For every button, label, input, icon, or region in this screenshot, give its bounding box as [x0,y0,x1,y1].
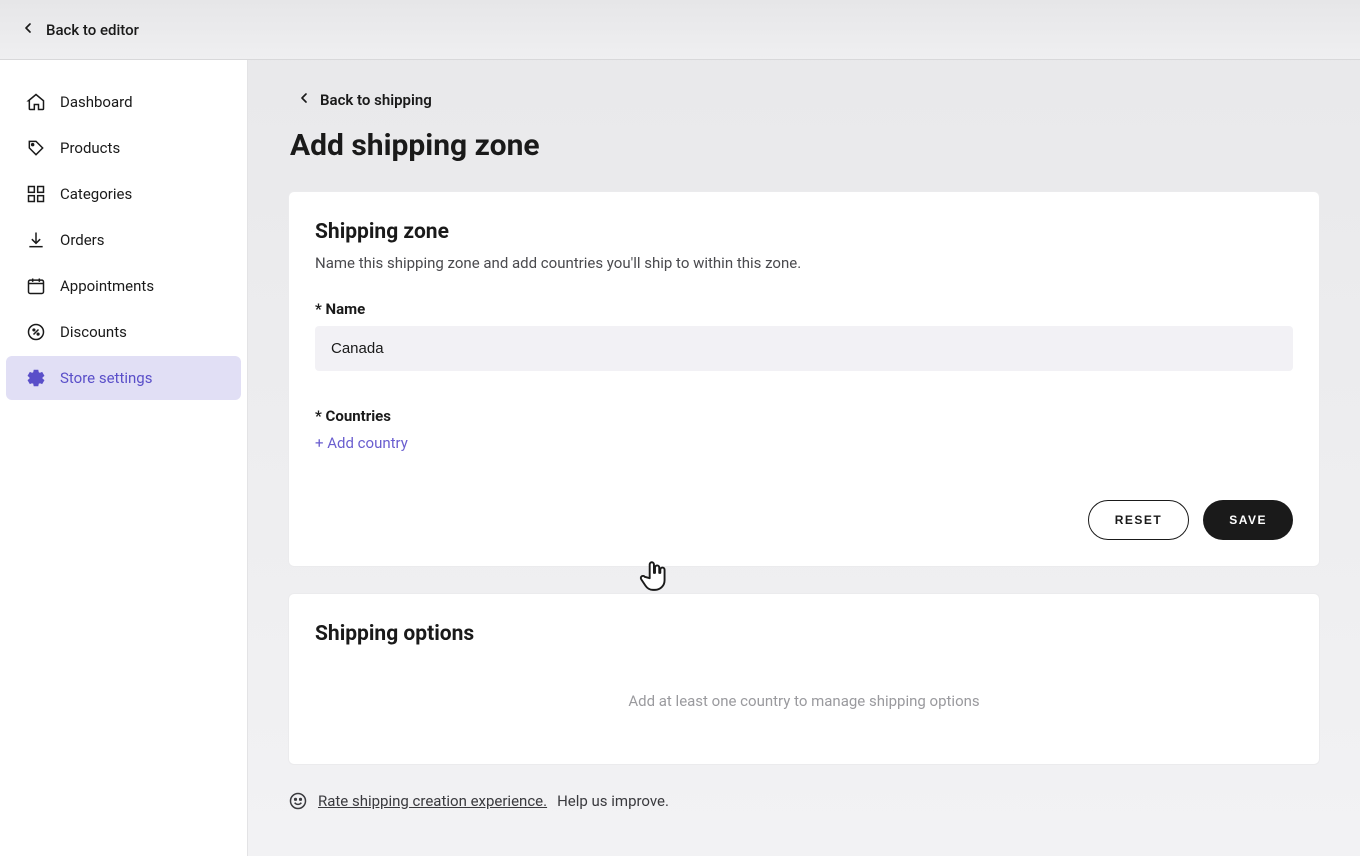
sidebar: Dashboard Products Categories Orders App… [0,60,248,856]
sidebar-item-appointments[interactable]: Appointments [6,264,241,308]
layout: Dashboard Products Categories Orders App… [0,60,1360,856]
sidebar-item-label: Dashboard [60,93,133,111]
zone-name-input[interactable] [315,326,1293,371]
sidebar-item-label: Products [60,139,120,157]
sidebar-item-discounts[interactable]: Discounts [6,310,241,354]
sidebar-item-label: Orders [60,231,105,249]
back-to-shipping-label: Back to shipping [320,91,432,109]
back-to-shipping-link[interactable]: Back to shipping [296,90,432,110]
feedback-help-text: Help us improve. [557,792,669,810]
chevron-left-icon [20,20,36,40]
add-country-label: + Add country [315,434,408,452]
sidebar-item-label: Appointments [60,277,154,295]
feedback-link[interactable]: Rate shipping creation experience. [318,792,547,810]
sidebar-item-label: Store settings [60,369,152,387]
home-icon [26,92,46,112]
shipping-options-title: Shipping options [315,622,1293,646]
sidebar-item-dashboard[interactable]: Dashboard [6,80,241,124]
action-row: RESET SAVE [315,500,1293,540]
topbar: Back to editor [0,0,1360,60]
download-icon [26,230,46,250]
sidebar-item-orders[interactable]: Orders [6,218,241,262]
smile-icon [288,791,308,811]
add-country-link[interactable]: + Add country [315,434,408,452]
tag-icon [26,138,46,158]
shipping-zone-title: Shipping zone [315,220,1293,244]
reset-button[interactable]: RESET [1088,500,1190,540]
grid-icon [26,184,46,204]
back-to-editor-label: Back to editor [46,21,139,39]
name-field-label: * Name [315,300,1293,318]
sidebar-item-products[interactable]: Products [6,126,241,170]
gear-icon [26,368,46,388]
page-title: Add shipping zone [290,128,1320,163]
sidebar-item-label: Discounts [60,323,127,341]
back-to-editor-link[interactable]: Back to editor [20,20,139,40]
sidebar-item-store-settings[interactable]: Store settings [6,356,241,400]
shipping-options-empty-text: Add at least one country to manage shipp… [315,656,1293,738]
save-button[interactable]: SAVE [1203,500,1293,540]
sidebar-item-categories[interactable]: Categories [6,172,241,216]
shipping-options-card: Shipping options Add at least one countr… [288,593,1320,765]
calendar-icon [26,276,46,296]
shipping-zone-card: Shipping zone Name this shipping zone an… [288,191,1320,567]
main-content: Back to shipping Add shipping zone Shipp… [248,60,1360,856]
countries-field-label: * Countries [315,407,1293,425]
sidebar-item-label: Categories [60,185,132,203]
discount-icon [26,322,46,342]
chevron-left-icon [296,90,312,110]
shipping-zone-subtitle: Name this shipping zone and add countrie… [315,254,1293,272]
feedback-row: Rate shipping creation experience. Help … [288,791,1320,811]
